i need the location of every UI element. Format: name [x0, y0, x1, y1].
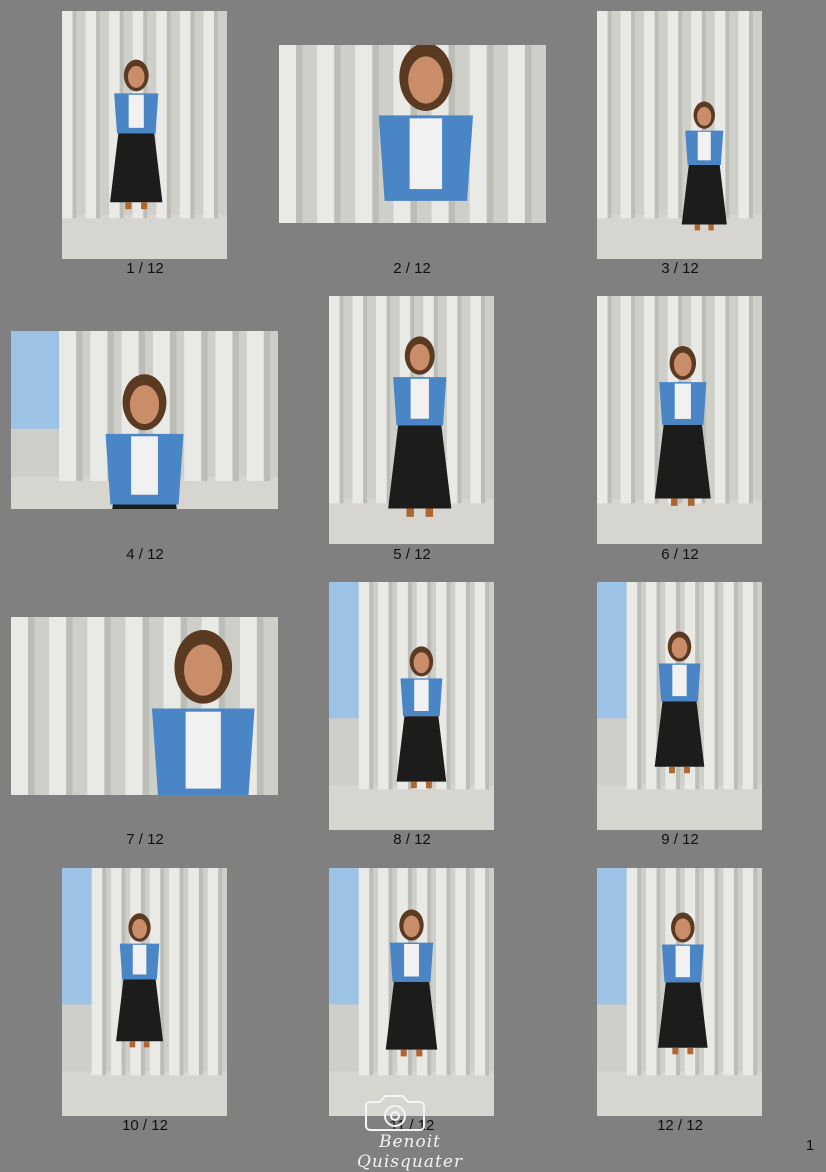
photo-caption-3: 3 / 12 — [661, 260, 699, 277]
camera-icon — [365, 1095, 425, 1131]
photo-image — [329, 582, 494, 830]
photo-thumbnail-9[interactable] — [597, 582, 762, 830]
photo-caption-1: 1 / 12 — [126, 260, 164, 277]
photographer-signature: Benoit Quisquater — [356, 1132, 464, 1172]
photo-caption-12: 12 / 12 — [657, 1117, 703, 1134]
photo-thumbnail-3[interactable] — [597, 11, 762, 259]
photo-caption-10: 10 / 12 — [122, 1117, 168, 1134]
photo-thumbnail-8[interactable] — [329, 582, 494, 830]
photo-caption-5: 5 / 12 — [393, 546, 431, 563]
photo-image — [597, 11, 762, 259]
photo-image — [62, 868, 227, 1116]
photo-thumbnail-12[interactable] — [597, 868, 762, 1116]
photo-image — [279, 45, 546, 223]
photo-thumbnail-4[interactable] — [11, 331, 278, 509]
photo-image — [62, 11, 227, 259]
photo-image — [597, 868, 762, 1116]
photo-image — [329, 296, 494, 544]
photo-image — [11, 331, 278, 509]
photo-thumbnail-5[interactable] — [329, 296, 494, 544]
contact-sheet: 1 / 12 2 / 12 3 / 12 4 / 12 5 / 12 6 / 1… — [0, 0, 826, 1172]
photo-thumbnail-7[interactable] — [11, 617, 278, 795]
photo-image — [329, 868, 494, 1116]
page-number: 1 — [805, 1137, 815, 1154]
photo-caption-9: 9 / 12 — [661, 831, 699, 848]
photo-caption-4: 4 / 12 — [126, 546, 164, 563]
watermark-logo: Benoit Quisquater — [326, 1090, 491, 1172]
photo-caption-8: 8 / 12 — [393, 831, 431, 848]
photo-thumbnail-2[interactable] — [279, 45, 546, 223]
photo-thumbnail-10[interactable] — [62, 868, 227, 1116]
photo-thumbnail-6[interactable] — [597, 296, 762, 544]
photo-thumbnail-1[interactable] — [62, 11, 227, 259]
photo-caption-7: 7 / 12 — [126, 831, 164, 848]
photo-image — [597, 582, 762, 830]
photo-caption-6: 6 / 12 — [661, 546, 699, 563]
photo-image — [597, 296, 762, 544]
photo-thumbnail-11[interactable] — [329, 868, 494, 1116]
photo-image — [11, 617, 278, 795]
photo-caption-2: 2 / 12 — [393, 260, 431, 277]
